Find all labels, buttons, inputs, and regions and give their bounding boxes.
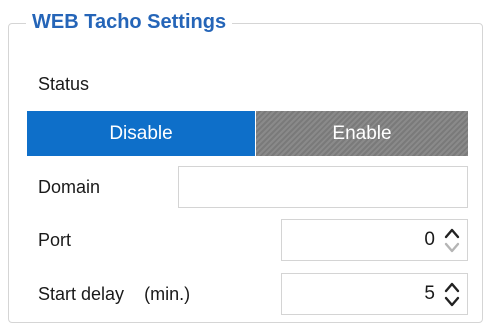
status-disable-button[interactable]: Disable: [27, 111, 255, 156]
start-delay-value[interactable]: 5: [424, 274, 435, 314]
domain-input[interactable]: [178, 166, 468, 208]
start-delay-spinner[interactable]: 5: [281, 273, 468, 315]
start-delay-spinner-arrows: [443, 281, 461, 309]
group-title: WEB Tacho Settings: [26, 7, 233, 37]
status-enable-button[interactable]: Enable: [256, 111, 468, 156]
domain-label: Domain: [38, 177, 101, 197]
start-delay-label: Start delay (min.): [38, 282, 190, 306]
port-value[interactable]: 0: [424, 220, 435, 260]
status-label: Status: [38, 74, 90, 94]
port-spinner[interactable]: 0: [281, 219, 468, 261]
port-spinner-arrows: [443, 227, 461, 255]
chevron-up-icon[interactable]: [443, 281, 461, 293]
chevron-down-icon[interactable]: [443, 242, 461, 254]
start-delay-unit: (min.): [144, 284, 191, 304]
chevron-down-icon[interactable]: [443, 296, 461, 308]
start-delay-label-text: Start delay: [38, 284, 125, 304]
chevron-up-icon[interactable]: [443, 227, 461, 239]
port-label: Port: [38, 230, 72, 250]
